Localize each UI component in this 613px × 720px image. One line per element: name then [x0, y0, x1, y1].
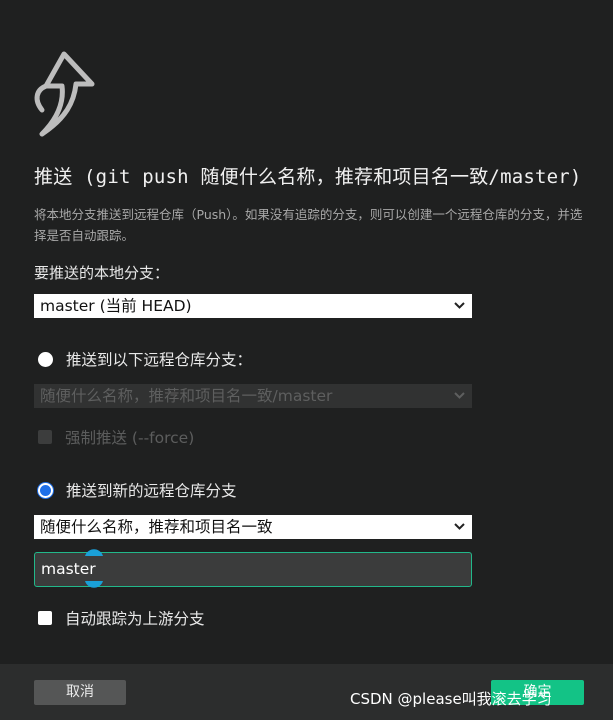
existing-remote-branch-select: 随便什么名称，推荐和项目名一致/master — [34, 384, 472, 408]
selection-handle-bottom-icon[interactable] — [84, 580, 104, 592]
radio-existing-remote-control[interactable] — [38, 351, 53, 367]
radio-existing-remote-label: 推送到以下远程仓库分支： — [66, 351, 253, 369]
radio-existing-remote[interactable]: 推送到以下远程仓库分支： — [38, 348, 252, 370]
chevron-down-icon — [454, 302, 465, 309]
watermark: CSDN @please叫我滚去学习 — [350, 690, 552, 708]
force-push-row: 强制推送 (--force) — [38, 426, 194, 448]
selection-handle-top-icon[interactable] — [84, 545, 104, 557]
force-push-checkbox — [38, 430, 52, 444]
local-branch-label: 要推送的本地分支： — [34, 264, 170, 282]
new-remote-select-value: 随便什么名称，推荐和项目名一致 — [40, 518, 273, 536]
auto-track-row[interactable]: 自动跟踪为上游分支 — [38, 607, 205, 629]
force-push-label: 强制推送 (--force) — [65, 429, 195, 447]
dialog-title: 推送 (git push 随便什么名称，推荐和项目名一致/master) — [34, 166, 582, 188]
radio-new-remote[interactable]: 推送到新的远程仓库分支 — [38, 479, 237, 501]
new-remote-select[interactable]: 随便什么名称，推荐和项目名一致 — [34, 515, 472, 539]
auto-track-checkbox[interactable] — [38, 611, 52, 625]
existing-remote-branch-value: 随便什么名称，推荐和项目名一致/master — [40, 387, 333, 405]
chevron-down-icon — [454, 523, 465, 530]
chevron-down-icon — [454, 392, 465, 399]
cancel-button[interactable]: 取消 — [34, 680, 126, 705]
local-branch-select-value: master (当前 HEAD) — [40, 297, 192, 315]
auto-track-label: 自动跟踪为上游分支 — [65, 610, 205, 628]
radio-new-remote-control[interactable] — [38, 482, 53, 498]
dialog-description: 将本地分支推送到远程仓库（Push）。如果没有追踪的分支，则可以创建一个远程仓库… — [34, 207, 583, 243]
push-arrow-icon — [34, 51, 95, 137]
local-branch-select[interactable]: master (当前 HEAD) — [34, 294, 472, 318]
radio-new-remote-label: 推送到新的远程仓库分支 — [66, 482, 237, 500]
